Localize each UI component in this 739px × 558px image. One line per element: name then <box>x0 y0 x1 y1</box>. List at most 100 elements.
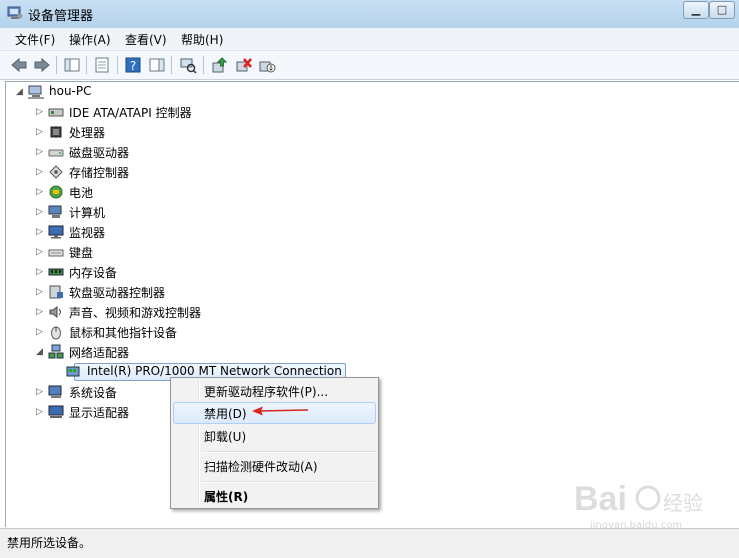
tree-item-label: 网络适配器 <box>69 346 130 360</box>
context-menu: 更新驱动程序软件(P)... 禁用(D) 卸载(U) 扫描检测硬件改动(A) 属… <box>170 377 379 509</box>
status-bar: 禁用所选设备。 <box>0 528 739 558</box>
ide-controller-icon <box>48 108 64 117</box>
storage-controller-icon <box>49 165 63 179</box>
menu-item-disable[interactable]: 禁用(D) <box>204 405 247 422</box>
sound-icon <box>49 306 61 318</box>
toolbar-separator <box>203 56 204 74</box>
menu-bar: 文件(F) 操作(A) 查看(V) 帮助(H) <box>0 28 739 51</box>
tree-category-item[interactable]: ▷ IDE ATA/ATAPI 控制器 <box>36 103 376 121</box>
svg-text:经验: 经验 <box>663 491 703 515</box>
network-adapter-icon <box>48 344 64 359</box>
toolbar-separator <box>56 56 57 74</box>
keyboard-icon <box>48 249 64 257</box>
floppy-controller-icon <box>49 285 63 299</box>
tree-category-item[interactable]: ▷ 监视器 <box>36 223 376 241</box>
svg-text:?: ? <box>130 59 136 73</box>
toolbar-separator <box>117 56 118 74</box>
menu-item-properties[interactable]: 属性(R) <box>204 488 248 505</box>
expand-arrow-icon[interactable]: ▷ <box>36 106 46 118</box>
menu-view[interactable]: 查看(V) <box>125 31 167 48</box>
scan-hardware-icon[interactable] <box>179 56 197 74</box>
battery-icon <box>49 185 63 199</box>
menu-item-uninstall[interactable]: 卸载(U) <box>204 428 246 445</box>
tree-root[interactable]: ◢ hou-PC <box>16 83 216 101</box>
toolbar: ? <box>0 51 739 80</box>
action-pane-icon[interactable] <box>148 56 166 74</box>
expand-arrow-icon[interactable]: ▷ <box>36 286 46 298</box>
minimize-icon: ▁ <box>691 3 701 16</box>
maximize-button[interactable]: □ <box>709 1 735 19</box>
menu-action[interactable]: 操作(A) <box>69 31 111 48</box>
disable-icon[interactable] <box>258 56 276 74</box>
menu-item-scan-hardware[interactable]: 扫描检测硬件改动(A) <box>204 458 318 475</box>
tree-item-label: 磁盘驱动器 <box>69 146 130 160</box>
menu-file[interactable]: 文件(F) <box>15 31 55 48</box>
tree-category-item[interactable]: ▷ 鼠标和其他指针设备 <box>36 323 376 341</box>
tree-item-label: 处理器 <box>69 126 106 140</box>
title-bar[interactable]: 设备管理器 ▁ □ <box>0 0 739 28</box>
expand-arrow-icon[interactable]: ▷ <box>36 126 46 138</box>
show-hide-tree-icon[interactable] <box>63 56 81 74</box>
mouse-icon <box>51 326 61 340</box>
collapse-arrow-icon[interactable]: ◢ <box>36 346 46 358</box>
menu-help[interactable]: 帮助(H) <box>181 31 223 48</box>
tree-root-label: hou-PC <box>49 84 92 98</box>
tree-item-label: 显示适配器 <box>69 406 130 420</box>
status-text: 禁用所选设备。 <box>7 536 92 550</box>
minimize-button[interactable]: ▁ <box>683 1 709 19</box>
annotation-arrow-icon <box>252 406 309 416</box>
tree-item-label: Intel(R) PRO/1000 MT Network Connection <box>87 364 342 378</box>
expand-arrow-icon[interactable]: ▷ <box>36 246 46 258</box>
tree-category-item[interactable]: ▷ 电池 <box>36 183 376 201</box>
disk-drive-icon <box>48 149 64 157</box>
expand-arrow-icon[interactable]: ▷ <box>36 146 46 158</box>
menu-item-update-driver[interactable]: 更新驱动程序软件(P)... <box>204 383 328 400</box>
window-title: 设备管理器 <box>28 9 94 24</box>
expand-arrow-icon[interactable]: ▷ <box>36 406 46 418</box>
tree-category-item[interactable]: ▷ 键盘 <box>36 243 376 261</box>
tree-category-item[interactable]: ◢ 网络适配器 <box>36 343 376 361</box>
tree-item-label: 鼠标和其他指针设备 <box>69 326 178 340</box>
back-icon[interactable] <box>10 56 28 74</box>
tree-item-label: IDE ATA/ATAPI 控制器 <box>69 106 192 120</box>
tree-item-label: 监视器 <box>69 226 106 240</box>
expand-arrow-icon[interactable]: ▷ <box>36 266 46 278</box>
tree-category-item[interactable]: ▷ 声音、视频和游戏控制器 <box>36 303 376 321</box>
tree-category-item[interactable]: ▷ 处理器 <box>36 123 376 141</box>
svg-text:Bai: Bai <box>574 480 627 518</box>
system-device-icon <box>48 385 62 398</box>
tree-item-label: 系统设备 <box>69 386 118 400</box>
toolbar-separator <box>86 56 87 74</box>
monitor-icon <box>48 225 64 239</box>
expand-arrow-icon[interactable]: ▷ <box>36 326 46 338</box>
update-driver-icon[interactable] <box>211 56 229 74</box>
tree-category-item[interactable]: ▷ 计算机 <box>36 203 376 221</box>
tree-category-item[interactable]: ▷ 内存设备 <box>36 263 376 281</box>
memory-icon <box>48 268 64 276</box>
tree-category-item[interactable]: ▷ 磁盘驱动器 <box>36 143 376 161</box>
tree-category-item[interactable]: ▷ 软盘驱动器控制器 <box>36 283 376 301</box>
tree-item-label: 存储控制器 <box>69 166 130 180</box>
help-icon[interactable]: ? <box>124 56 142 74</box>
expand-arrow-icon[interactable]: ▷ <box>36 226 46 238</box>
display-adapter-icon <box>48 405 64 418</box>
properties-icon[interactable] <box>93 56 111 74</box>
toolbar-separator <box>171 56 172 74</box>
expand-arrow-icon[interactable]: ▷ <box>36 386 46 398</box>
menu-separator <box>202 481 376 483</box>
uninstall-icon[interactable] <box>235 56 253 74</box>
expand-arrow-icon[interactable]: ▷ <box>36 186 46 198</box>
tree-category-item[interactable]: ▷ 存储控制器 <box>36 163 376 181</box>
context-menu-gutter <box>198 380 200 506</box>
device-manager-icon <box>7 6 23 19</box>
expand-arrow-icon[interactable]: ▷ <box>36 166 46 178</box>
forward-icon[interactable] <box>33 56 51 74</box>
computer-root-icon <box>28 85 44 99</box>
expand-arrow-icon[interactable]: ▷ <box>36 306 46 318</box>
expand-arrow-icon[interactable]: ▷ <box>36 206 46 218</box>
collapse-arrow-icon[interactable]: ◢ <box>16 86 26 98</box>
computer-icon <box>48 205 62 218</box>
processor-icon <box>50 126 62 138</box>
menu-separator <box>202 451 376 453</box>
tree-item-label: 内存设备 <box>69 266 118 280</box>
